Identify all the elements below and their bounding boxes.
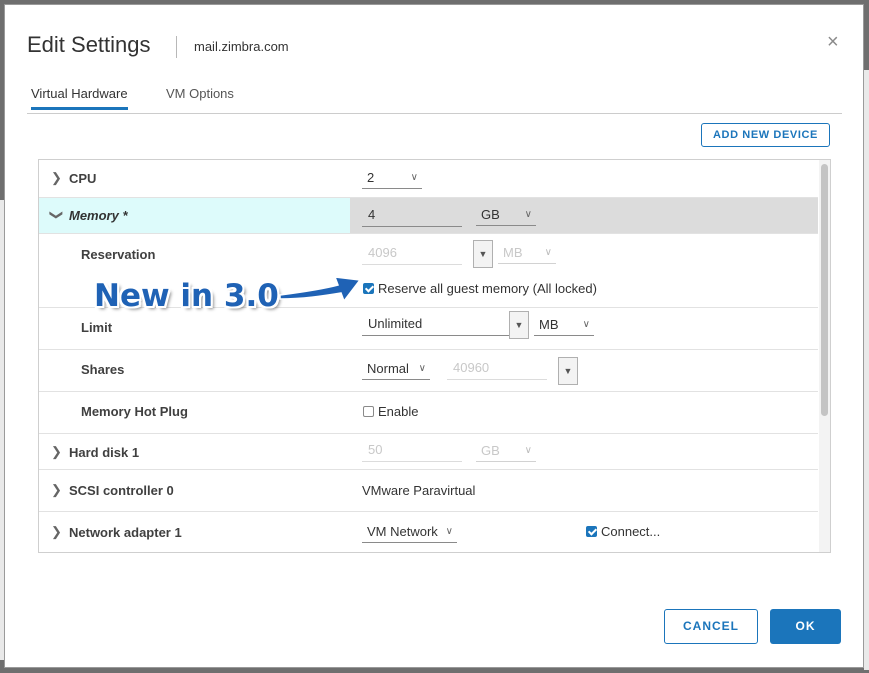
memory-size-input[interactable]: 4	[362, 203, 462, 227]
shares-dropdown-button[interactable]: ▼	[558, 357, 578, 385]
shares-level-select[interactable]: Normal ∨	[362, 358, 430, 380]
chevron-down-icon: ∨	[445, 526, 453, 537]
limit-row: Limit Unlimited ▼ MB ∨	[39, 308, 818, 350]
memory-row[interactable]: ❯ Memory * 4 GB ∨	[39, 198, 818, 234]
close-icon[interactable]: ×	[827, 31, 839, 54]
title-separator	[176, 36, 177, 58]
scsi-controller-label: SCSI controller 0	[69, 483, 174, 498]
hard-disk-label: Hard disk 1	[69, 445, 140, 460]
network-adapter-label: Network adapter 1	[69, 525, 182, 540]
background-panel-right	[864, 70, 869, 670]
reservation-dropdown-button[interactable]: ▼	[473, 240, 493, 268]
cpu-label: CPU	[69, 171, 97, 186]
scrollbar[interactable]	[819, 160, 830, 552]
chevron-right-icon[interactable]: ❯	[51, 444, 62, 460]
chevron-down-icon: ∨	[544, 247, 552, 258]
add-new-device-button[interactable]: ADD NEW DEVICE	[701, 123, 830, 147]
memory-hot-plug-label: Memory Hot Plug	[81, 404, 188, 419]
hard-disk-size-input[interactable]: 50	[362, 438, 462, 462]
limit-unit-select[interactable]: MB ∨	[534, 314, 594, 336]
annotation-arrow-icon	[279, 276, 362, 303]
shares-row: Shares Normal ∨ 40960 ▼	[39, 350, 818, 392]
cpu-value: 2	[367, 170, 375, 185]
hard-disk-unit-select[interactable]: GB ∨	[476, 440, 536, 462]
memory-unit-value: GB	[481, 207, 500, 222]
connect-checkbox[interactable]	[586, 526, 597, 537]
reserve-all-checkbox[interactable]	[363, 283, 374, 294]
limit-label: Limit	[81, 320, 113, 335]
reservation-unit-select[interactable]: MB ∨	[498, 242, 556, 264]
ok-button[interactable]: OK	[770, 609, 841, 644]
vm-name: mail.zimbra.com	[194, 39, 289, 54]
scsi-controller-row[interactable]: ❯ SCSI controller 0 VMware Paravirtual	[39, 470, 818, 512]
connect-label: Connect...	[601, 524, 661, 539]
limit-dropdown-button[interactable]: ▼	[509, 311, 529, 339]
network-select[interactable]: VM Network ∨	[362, 521, 457, 543]
scrollbar-thumb[interactable]	[821, 164, 828, 416]
chevron-down-icon: ∨	[524, 209, 532, 220]
caret-down-icon: ▼	[514, 320, 524, 330]
limit-unit-value: MB	[539, 317, 559, 332]
hardware-list: ❯ CPU 2 ∨ ❯ Memory * 4 GB ∨ Reservation …	[38, 159, 831, 553]
enable-hot-plug-label: Enable	[378, 404, 419, 419]
edit-settings-dialog: Edit Settings mail.zimbra.com × Virtual …	[4, 4, 864, 668]
chevron-right-icon[interactable]: ❯	[51, 482, 62, 498]
chevron-right-icon[interactable]: ❯	[51, 524, 62, 540]
scsi-controller-type: VMware Paravirtual	[362, 483, 476, 498]
annotation-text: New in 3.0	[94, 278, 279, 314]
reservation-unit-value: MB	[503, 245, 523, 260]
hard-disk-row[interactable]: ❯ Hard disk 1 50 GB ∨	[39, 434, 818, 470]
memory-hot-plug-row: Memory Hot Plug Enable	[39, 392, 818, 434]
shares-label: Shares	[81, 362, 125, 377]
memory-unit-select[interactable]: GB ∨	[476, 204, 536, 226]
chevron-down-icon: ∨	[410, 172, 418, 183]
caret-down-icon: ▼	[563, 366, 573, 376]
limit-input[interactable]: Unlimited	[362, 312, 510, 336]
tab-virtual-hardware[interactable]: Virtual Hardware	[31, 86, 128, 110]
shares-level-value: Normal	[367, 361, 409, 376]
chevron-down-icon: ∨	[418, 363, 426, 374]
chevron-right-icon[interactable]: ❯	[51, 170, 62, 186]
chevron-down-icon: ∨	[524, 445, 532, 456]
reservation-input[interactable]: 4096	[362, 241, 462, 265]
network-adapter-row[interactable]: ❯ Network adapter 1 VM Network ∨ Connect…	[39, 512, 818, 552]
tab-bar: Virtual Hardware VM Options	[27, 83, 842, 114]
caret-down-icon: ▼	[478, 249, 488, 259]
reserve-all-label: Reserve all guest memory (All locked)	[378, 281, 597, 296]
shares-value-input[interactable]: 40960	[447, 356, 547, 380]
cpu-select[interactable]: 2 ∨	[362, 167, 422, 189]
chevron-down-icon[interactable]: ❯	[48, 210, 64, 221]
cancel-button[interactable]: CANCEL	[664, 609, 758, 644]
network-value: VM Network	[367, 524, 438, 539]
memory-label: Memory *	[69, 208, 128, 223]
tab-vm-options[interactable]: VM Options	[166, 86, 234, 109]
chevron-down-icon: ∨	[582, 319, 590, 330]
enable-hot-plug-checkbox[interactable]	[363, 406, 374, 417]
hard-disk-unit-value: GB	[481, 443, 500, 458]
dialog-title: Edit Settings	[27, 32, 151, 57]
reservation-label: Reservation	[81, 247, 156, 262]
cpu-row[interactable]: ❯ CPU 2 ∨	[39, 160, 818, 198]
